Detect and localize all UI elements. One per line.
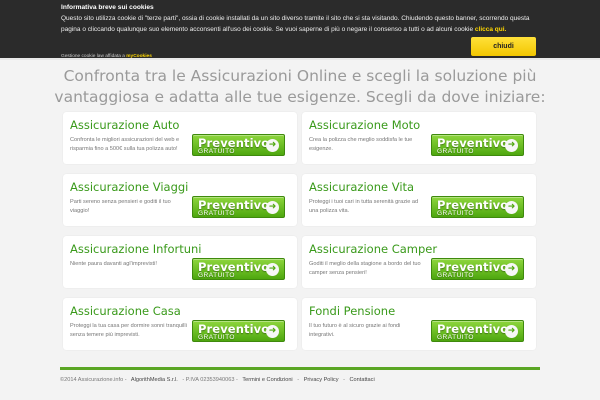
button-sublabel: GRATUITO	[437, 210, 474, 217]
card-description: Crea la polizza che meglio soddisfa le t…	[309, 137, 413, 152]
card-title[interactable]: Assicurazione Vita	[309, 180, 414, 194]
arrow-right-icon: ➜	[266, 139, 279, 152]
cookie-info-link[interactable]: clicca qui.	[475, 26, 506, 33]
card-description: Proteggi la tua casa per dormire sonni t…	[70, 323, 187, 338]
card-vita: Assicurazione Vita Proteggi i tuoi cari …	[302, 174, 536, 226]
card-description: Parti sereno senza pensieri e goditi il …	[70, 199, 171, 214]
card-title[interactable]: Assicurazione Viaggi	[70, 180, 188, 194]
cookie-text: Questo sito utilizza cookie di "terze pa…	[61, 14, 537, 35]
card-description: Niente paura davanti agl'imprevisti!	[70, 261, 157, 267]
cookie-close-button[interactable]: chiudi	[471, 37, 536, 56]
footer-terms-link[interactable]: Termini e Condizioni	[242, 377, 292, 383]
footer-separator: -	[343, 377, 345, 383]
quote-button-auto[interactable]: Preventivo GRATUITO ➜	[192, 134, 285, 156]
button-sublabel: GRATUITO	[198, 210, 235, 217]
cookie-text-body: Questo sito utilizza cookie di "terze pa…	[61, 15, 530, 33]
powered-prefix: Gestione cookie law affidata a	[61, 54, 125, 59]
button-sublabel: GRATUITO	[437, 148, 474, 155]
quote-button-casa[interactable]: Preventivo GRATUITO ➜	[192, 320, 285, 342]
quote-button-infortuni[interactable]: Preventivo GRATUITO ➜	[192, 258, 285, 280]
footer-separator: -	[297, 377, 300, 383]
cookie-title: Informativa breve sui cookies	[61, 4, 154, 11]
quote-button-moto[interactable]: Preventivo GRATUITO ➜	[431, 134, 524, 156]
card-casa: Assicurazione Casa Proteggi la tua casa …	[63, 298, 297, 350]
card-auto: Assicurazione Auto Confronta le migliori…	[63, 112, 297, 164]
page-intro: Confronta tra le Assicurazioni Online e …	[0, 66, 600, 108]
arrow-right-icon: ➜	[505, 201, 518, 214]
button-sublabel: GRATUITO	[198, 148, 235, 155]
quote-button-camper[interactable]: Preventivo GRATUITO ➜	[431, 258, 524, 280]
card-title[interactable]: Assicurazione Auto	[70, 118, 179, 132]
button-sublabel: GRATUITO	[198, 334, 235, 341]
card-description: Goditi il meglio della stagione a bordo …	[309, 261, 421, 276]
powered-brand-link[interactable]: myCookies	[126, 54, 152, 59]
card-camper: Assicurazione Camper Goditi il meglio de…	[302, 236, 536, 288]
cookie-powered-by: Gestione cookie law affidata a myCookies	[61, 54, 152, 59]
card-viaggi: Assicurazione Viaggi Parti sereno senza …	[63, 174, 297, 226]
card-moto: Assicurazione Moto Crea la polizza che m…	[302, 112, 536, 164]
footer-privacy-link[interactable]: Privacy Policy	[304, 377, 339, 383]
button-sublabel: GRATUITO	[437, 272, 474, 279]
footer-company-link[interactable]: AlgorithMedia S.r.l.	[131, 377, 178, 383]
arrow-right-icon: ➜	[266, 263, 279, 276]
intro-line-2: vantaggiosa e adatta alle tue esigenze. …	[54, 88, 546, 106]
card-title[interactable]: Assicurazione Casa	[70, 304, 181, 318]
card-fondi-pensione: Fondi Pensione Il tuo futuro è al sicuro…	[302, 298, 536, 350]
quote-button-vita[interactable]: Preventivo GRATUITO ➜	[431, 196, 524, 218]
button-sublabel: GRATUITO	[198, 272, 235, 279]
card-description: Il tuo futuro è al sicuro grazie ai fond…	[309, 323, 401, 338]
quote-button-viaggi[interactable]: Preventivo GRATUITO ➜	[192, 196, 285, 218]
card-description: Confronta le migliori assicurazioni del …	[70, 137, 180, 152]
footer-divider	[60, 367, 540, 370]
card-description: Proteggi i tuoi cari in tutta serenità g…	[309, 199, 419, 214]
arrow-right-icon: ➜	[266, 325, 279, 338]
arrow-right-icon: ➜	[505, 139, 518, 152]
card-title[interactable]: Assicurazione Camper	[309, 242, 437, 256]
arrow-right-icon: ➜	[505, 263, 518, 276]
footer-contacts-link[interactable]: Contattaci	[350, 377, 375, 383]
card-title[interactable]: Assicurazione Infortuni	[70, 242, 202, 256]
cookie-banner: Informativa breve sui cookies Questo sit…	[0, 0, 600, 59]
footer-vat: - P.IVA 02353940063 -	[182, 377, 238, 383]
button-sublabel: GRATUITO	[437, 334, 474, 341]
card-title[interactable]: Assicurazione Moto	[309, 118, 420, 132]
footer-copyright: ©2014 Assicurazione.info -	[60, 377, 127, 383]
footer: ©2014 Assicurazione.info - AlgorithMedia…	[60, 377, 540, 383]
arrow-right-icon: ➜	[505, 325, 518, 338]
arrow-right-icon: ➜	[266, 201, 279, 214]
intro-line-1: Confronta tra le Assicurazioni Online e …	[63, 67, 537, 85]
card-infortuni: Assicurazione Infortuni Niente paura dav…	[63, 236, 297, 288]
card-title[interactable]: Fondi Pensione	[309, 304, 395, 318]
quote-button-fondi-pensione[interactable]: Preventivo GRATUITO ➜	[431, 320, 524, 342]
